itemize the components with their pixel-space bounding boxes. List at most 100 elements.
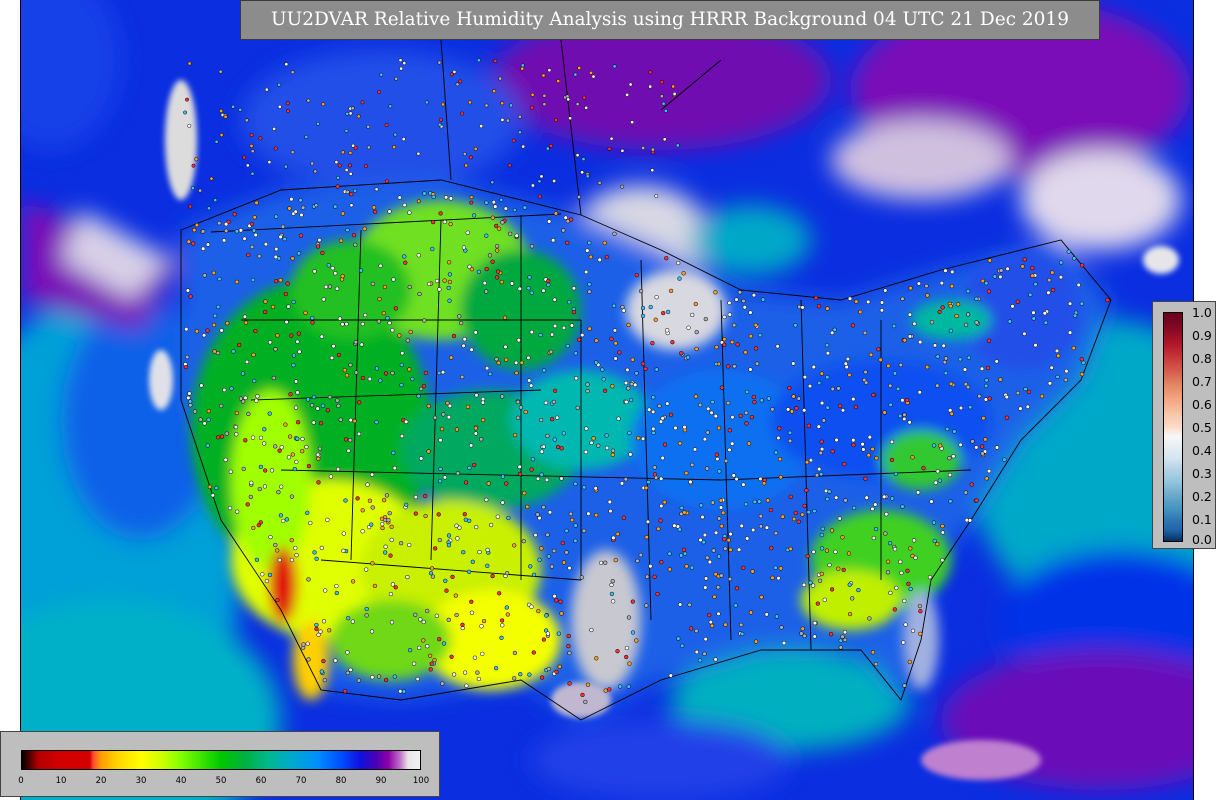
station-dot — [485, 563, 490, 568]
station-dot — [413, 494, 418, 500]
colorbar-right-tick: 0.7 — [1192, 374, 1212, 389]
station-dot — [791, 394, 796, 399]
station-dot — [801, 582, 807, 588]
station-dot — [311, 394, 317, 400]
station-dot — [902, 683, 907, 688]
station-dot — [694, 346, 699, 352]
station-dot — [310, 320, 315, 325]
station-dot — [191, 241, 196, 246]
station-dot — [892, 547, 898, 552]
station-dot — [625, 367, 630, 373]
station-dot — [630, 599, 635, 604]
station-dot — [660, 416, 665, 421]
station-dot — [962, 367, 968, 372]
station-dot — [819, 400, 825, 406]
station-dot — [276, 490, 281, 495]
station-dot — [648, 70, 653, 75]
station-dot — [1015, 299, 1020, 304]
station-dot — [416, 394, 421, 399]
colorbar-right-tick: 0.2 — [1192, 489, 1212, 504]
station-dot — [819, 446, 825, 452]
station-dot — [370, 505, 375, 510]
station-dot — [311, 420, 316, 425]
station-dot — [906, 581, 911, 587]
station-dot — [251, 228, 257, 233]
station-dot — [289, 494, 295, 499]
station-dot — [726, 364, 731, 369]
station-dot — [576, 337, 582, 342]
colorbar-bottom-gradient — [21, 750, 421, 770]
station-dot — [871, 392, 876, 398]
station-dot — [891, 323, 897, 329]
station-dot — [847, 296, 853, 301]
station-dot — [730, 339, 735, 345]
station-dot — [864, 380, 869, 385]
station-dot — [709, 410, 714, 415]
station-dot — [685, 355, 691, 360]
station-dot — [335, 184, 340, 189]
station-dot — [902, 338, 907, 343]
station-dot — [304, 134, 309, 139]
station-dot — [334, 590, 339, 596]
station-dot — [516, 338, 521, 343]
station-dot — [541, 505, 546, 510]
station-dot — [819, 471, 824, 477]
station-dot — [469, 610, 475, 615]
station-dot — [886, 363, 891, 369]
station-dot — [462, 337, 467, 342]
station-dot — [970, 439, 975, 444]
station-dot — [602, 388, 608, 393]
station-dot — [654, 194, 659, 198]
station-dot — [321, 658, 326, 664]
station-dot — [508, 231, 513, 236]
station-dot — [392, 674, 397, 679]
station-dot — [830, 386, 835, 392]
station-dot — [301, 642, 306, 647]
station-dot — [998, 274, 1003, 280]
station-dot — [567, 650, 572, 656]
station-dot — [903, 622, 908, 627]
station-dot — [250, 435, 256, 440]
station-dot — [594, 656, 599, 661]
station-dot — [634, 371, 639, 376]
station-dot — [744, 421, 749, 426]
station-dot — [355, 496, 360, 501]
station-dot — [802, 503, 807, 509]
station-dot — [320, 250, 325, 256]
station-dot — [421, 619, 426, 625]
station-dot — [819, 571, 824, 577]
station-dot — [573, 538, 578, 543]
station-dot — [340, 274, 345, 279]
station-dot — [787, 430, 793, 435]
station-dot — [419, 456, 424, 461]
station-dot — [702, 437, 708, 442]
station-dot — [713, 530, 719, 535]
station-dot — [758, 476, 763, 482]
station-dot — [522, 205, 527, 210]
station-dot — [367, 376, 372, 382]
station-dot — [890, 496, 895, 501]
station-dot — [818, 450, 823, 456]
station-dot — [748, 367, 753, 372]
station-dot — [690, 462, 695, 468]
station-dot — [473, 146, 478, 151]
station-dot — [984, 378, 989, 383]
station-dot — [1039, 394, 1045, 399]
station-dot — [345, 189, 350, 195]
station-dot — [847, 611, 853, 617]
station-dot — [908, 546, 913, 551]
station-dot — [500, 623, 505, 628]
station-dot — [500, 117, 505, 122]
station-dot — [766, 396, 771, 401]
station-dot — [497, 591, 502, 596]
station-dot — [651, 409, 656, 415]
station-dot — [422, 318, 427, 323]
station-dot — [394, 76, 399, 81]
station-dot — [338, 417, 343, 422]
station-dot — [561, 431, 566, 436]
station-dot — [672, 523, 677, 528]
station-dot — [263, 309, 268, 315]
station-dot — [215, 435, 221, 440]
station-dot — [453, 593, 458, 598]
station-dot — [392, 145, 397, 150]
